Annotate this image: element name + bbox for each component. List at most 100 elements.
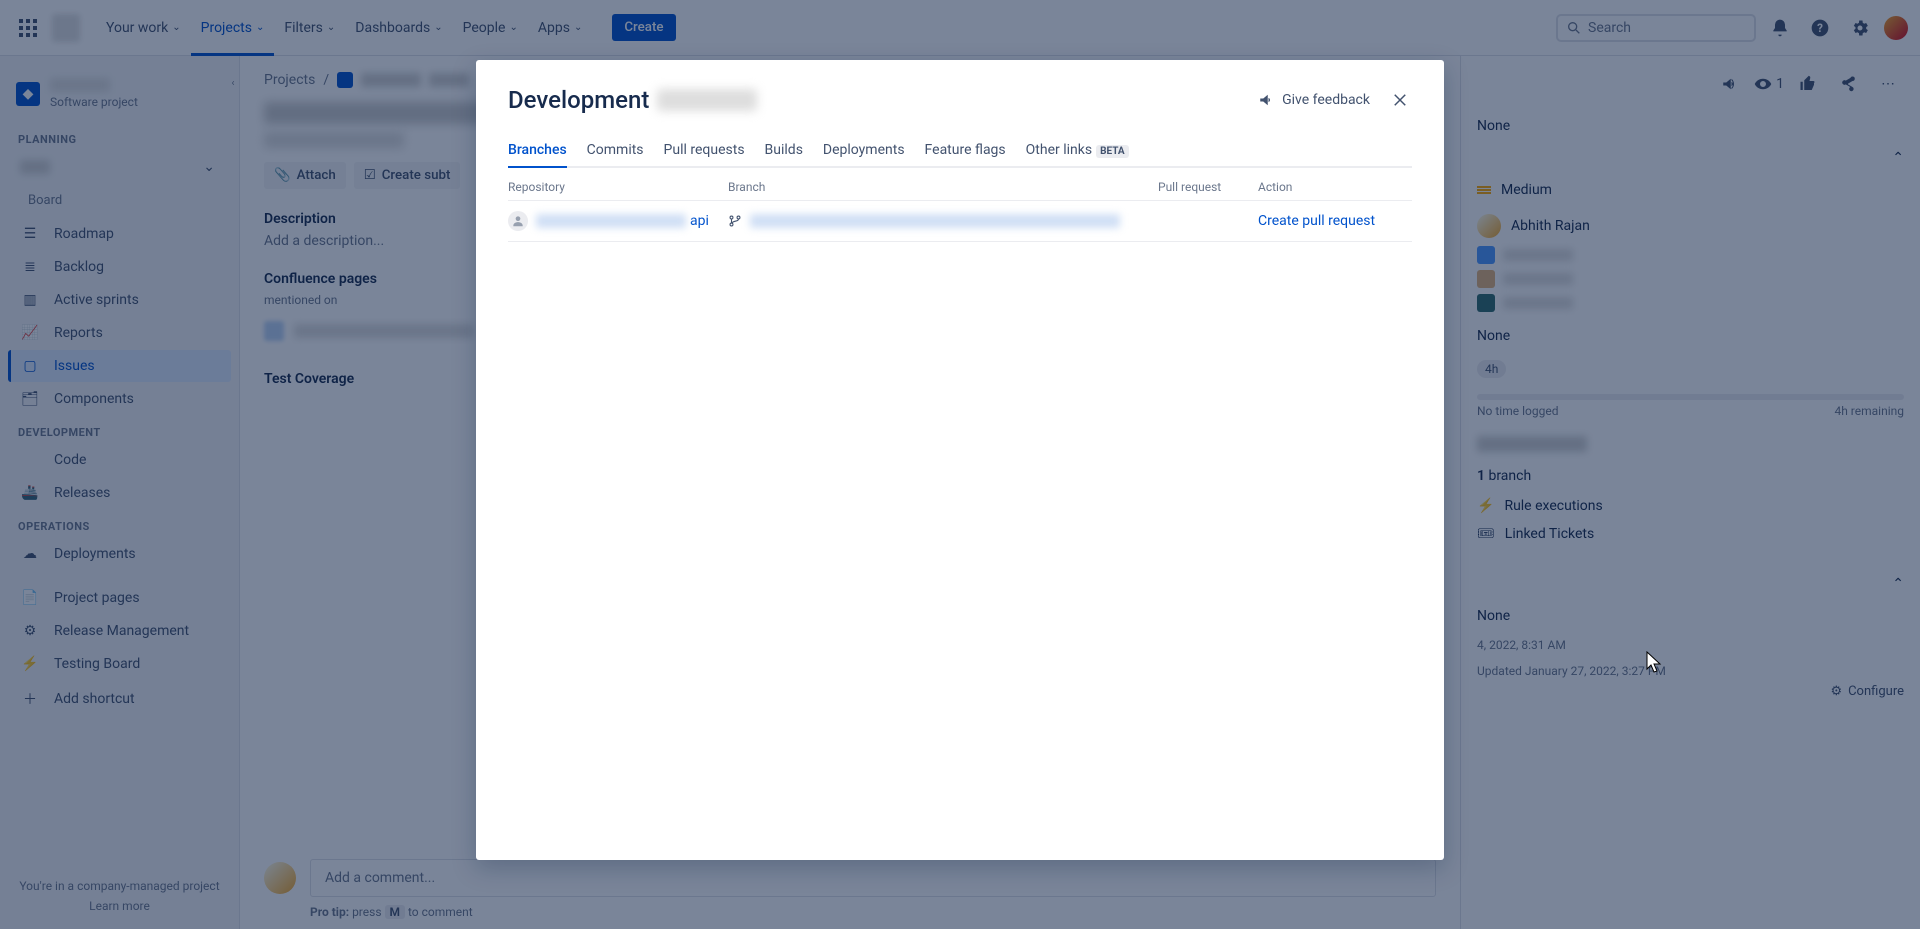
col-branch: Branch bbox=[728, 180, 1158, 194]
tab-pull-requests[interactable]: Pull requests bbox=[664, 134, 745, 166]
field-value-none-2[interactable]: None bbox=[1477, 328, 1510, 344]
col-action: Action bbox=[1258, 180, 1412, 194]
repo-name-redacted[interactable] bbox=[536, 214, 686, 228]
tab-deployments[interactable]: Deployments bbox=[823, 134, 905, 166]
sidebar-item-backlog[interactable]: ≣Backlog bbox=[8, 251, 231, 283]
dialog-title-suffix-redacted bbox=[657, 89, 757, 111]
sidebar-item-release-management[interactable]: ⚙Release Management bbox=[8, 615, 231, 647]
sidebar-learn-more[interactable]: Learn more bbox=[16, 899, 223, 913]
branch-name-redacted[interactable] bbox=[750, 214, 1120, 228]
comment-input[interactable]: Add a comment... bbox=[310, 859, 1436, 897]
project-name-redacted bbox=[50, 78, 110, 92]
tab-feature-flags[interactable]: Feature flags bbox=[925, 134, 1006, 166]
labels-list bbox=[1477, 246, 1904, 312]
sidebar-item-project-pages[interactable]: 📄Project pages bbox=[8, 582, 231, 614]
breadcrumb-issue-redacted[interactable] bbox=[429, 73, 469, 87]
project-sidebar: ◆ Software project PLANNING ⌄ Board ☰Roa… bbox=[0, 56, 240, 929]
updated-timestamp: Updated January 27, 2022, 3:27 PM bbox=[1477, 658, 1904, 684]
nav-filters[interactable]: Filters⌄ bbox=[274, 0, 345, 56]
sidebar-item-issues[interactable]: ▢Issues bbox=[8, 350, 231, 382]
sidebar-item-testing-board[interactable]: ⚡Testing Board bbox=[8, 648, 231, 680]
sidebar-item-add-shortcut[interactable]: ＋Add shortcut bbox=[8, 681, 231, 717]
sidebar-item-active-sprints[interactable]: ▥Active sprints bbox=[8, 284, 231, 316]
rule-executions-link[interactable]: ⚡ Rule executions bbox=[1477, 492, 1904, 520]
sidebar-item-roadmap[interactable]: ☰Roadmap bbox=[8, 218, 231, 250]
label-row-1[interactable] bbox=[1477, 270, 1904, 288]
assignee-row[interactable]: Abhith Rajan bbox=[1477, 206, 1904, 246]
watchers-button[interactable]: 1 bbox=[1754, 75, 1784, 93]
give-feedback-button[interactable]: Give feedback bbox=[1258, 91, 1370, 109]
settings-icon[interactable] bbox=[1844, 12, 1876, 44]
create-button[interactable]: Create bbox=[612, 14, 675, 41]
roadmap-icon: ☰ bbox=[20, 226, 40, 242]
sidebar-board-dropdown[interactable]: ⌄ bbox=[8, 151, 231, 183]
assignee-avatar bbox=[1477, 214, 1501, 238]
label-swatch bbox=[1477, 246, 1495, 264]
nav-your-work[interactable]: Your work⌄ bbox=[96, 0, 191, 56]
profile-avatar[interactable] bbox=[1884, 16, 1908, 40]
label-row-0[interactable] bbox=[1477, 246, 1904, 264]
top-navigation: Your work⌄Projects⌄Filters⌄Dashboards⌄Pe… bbox=[0, 0, 1920, 56]
project-header[interactable]: ◆ Software project bbox=[8, 72, 231, 123]
configure-button[interactable]: ⚙ Configure bbox=[1477, 684, 1904, 699]
product-logo[interactable] bbox=[52, 14, 80, 42]
search-input[interactable]: Search bbox=[1556, 14, 1756, 42]
eye-icon bbox=[1754, 75, 1772, 93]
branch-row: api Create pull request bbox=[508, 201, 1412, 242]
repo-name-suffix[interactable]: api bbox=[690, 213, 709, 229]
close-icon bbox=[1391, 91, 1409, 109]
repo-avatar-icon bbox=[508, 211, 528, 231]
issue-subtitle-redacted bbox=[264, 132, 404, 148]
time-tracking-bar[interactable] bbox=[1477, 394, 1904, 400]
more-actions-icon[interactable]: ⋯ bbox=[1872, 68, 1904, 100]
reports-icon: 📈 bbox=[20, 325, 40, 341]
help-icon[interactable]: ? bbox=[1804, 12, 1836, 44]
linked-tickets-link[interactable]: 🎟 Linked Tickets bbox=[1477, 520, 1904, 548]
field-value-none-3[interactable]: None bbox=[1477, 608, 1510, 624]
label-row-2[interactable] bbox=[1477, 294, 1904, 312]
branch-icon bbox=[728, 214, 742, 228]
col-pull-request: Pull request bbox=[1158, 180, 1258, 194]
tab-builds[interactable]: Builds bbox=[765, 134, 803, 166]
nav-apps[interactable]: Apps⌄ bbox=[528, 0, 592, 56]
breadcrumb-project-redacted[interactable] bbox=[361, 73, 421, 87]
development-branches-row[interactable]: 1 branch bbox=[1477, 460, 1904, 492]
confluence-page-title-redacted bbox=[294, 324, 474, 338]
sidebar-item-deployments[interactable]: ☁Deployments bbox=[8, 538, 231, 570]
like-icon[interactable] bbox=[1792, 68, 1824, 100]
close-dialog-button[interactable] bbox=[1388, 88, 1412, 112]
sidebar-collapse-icon[interactable]: ‹ bbox=[226, 76, 240, 90]
chevron-up-icon[interactable]: ⌃ bbox=[1892, 150, 1904, 166]
nav-people[interactable]: People⌄ bbox=[453, 0, 528, 56]
sidebar-item-components[interactable]: 🗂Components bbox=[8, 383, 231, 415]
releases-icon: 🚢 bbox=[20, 485, 40, 501]
nav-projects[interactable]: Projects⌄ bbox=[191, 0, 275, 56]
priority-row[interactable]: Medium bbox=[1477, 174, 1904, 206]
tab-branches[interactable]: Branches bbox=[508, 134, 567, 168]
give-feedback-icon[interactable] bbox=[1714, 68, 1746, 100]
notifications-icon[interactable] bbox=[1764, 12, 1796, 44]
share-icon[interactable] bbox=[1832, 68, 1864, 100]
chevron-up-icon[interactable]: ⌃ bbox=[1892, 576, 1904, 592]
create-pull-request-link[interactable]: Create pull request bbox=[1258, 213, 1375, 229]
col-repository: Repository bbox=[508, 180, 728, 194]
development-dialog: Development Give feedback BranchesCommit… bbox=[476, 60, 1444, 860]
sidebar-item-code[interactable]: Code bbox=[8, 444, 231, 476]
field-value-none[interactable]: None bbox=[1477, 118, 1510, 134]
attach-button[interactable]: 📎Attach bbox=[264, 162, 346, 189]
estimate-row[interactable]: 4h bbox=[1477, 352, 1904, 386]
sprint-value-redacted bbox=[1477, 436, 1587, 452]
breadcrumb-projects[interactable]: Projects bbox=[264, 72, 315, 88]
app-switcher-icon[interactable] bbox=[12, 12, 44, 44]
tab-other-links[interactable]: Other linksBETA bbox=[1026, 134, 1129, 166]
tab-commits[interactable]: Commits bbox=[587, 134, 644, 166]
sidebar-item-reports[interactable]: 📈Reports bbox=[8, 317, 231, 349]
project-type-label: Software project bbox=[50, 95, 138, 109]
create-subtask-button[interactable]: ☑Create subt bbox=[354, 162, 461, 189]
chevron-down-icon: ⌄ bbox=[203, 159, 215, 175]
sidebar-footer-note: You're in a company-managed project bbox=[16, 879, 223, 893]
nav-dashboards[interactable]: Dashboards⌄ bbox=[345, 0, 452, 56]
sidebar-item-releases[interactable]: 🚢Releases bbox=[8, 477, 231, 509]
sprint-row[interactable] bbox=[1477, 428, 1904, 460]
section-development: DEVELOPMENT bbox=[8, 416, 231, 443]
